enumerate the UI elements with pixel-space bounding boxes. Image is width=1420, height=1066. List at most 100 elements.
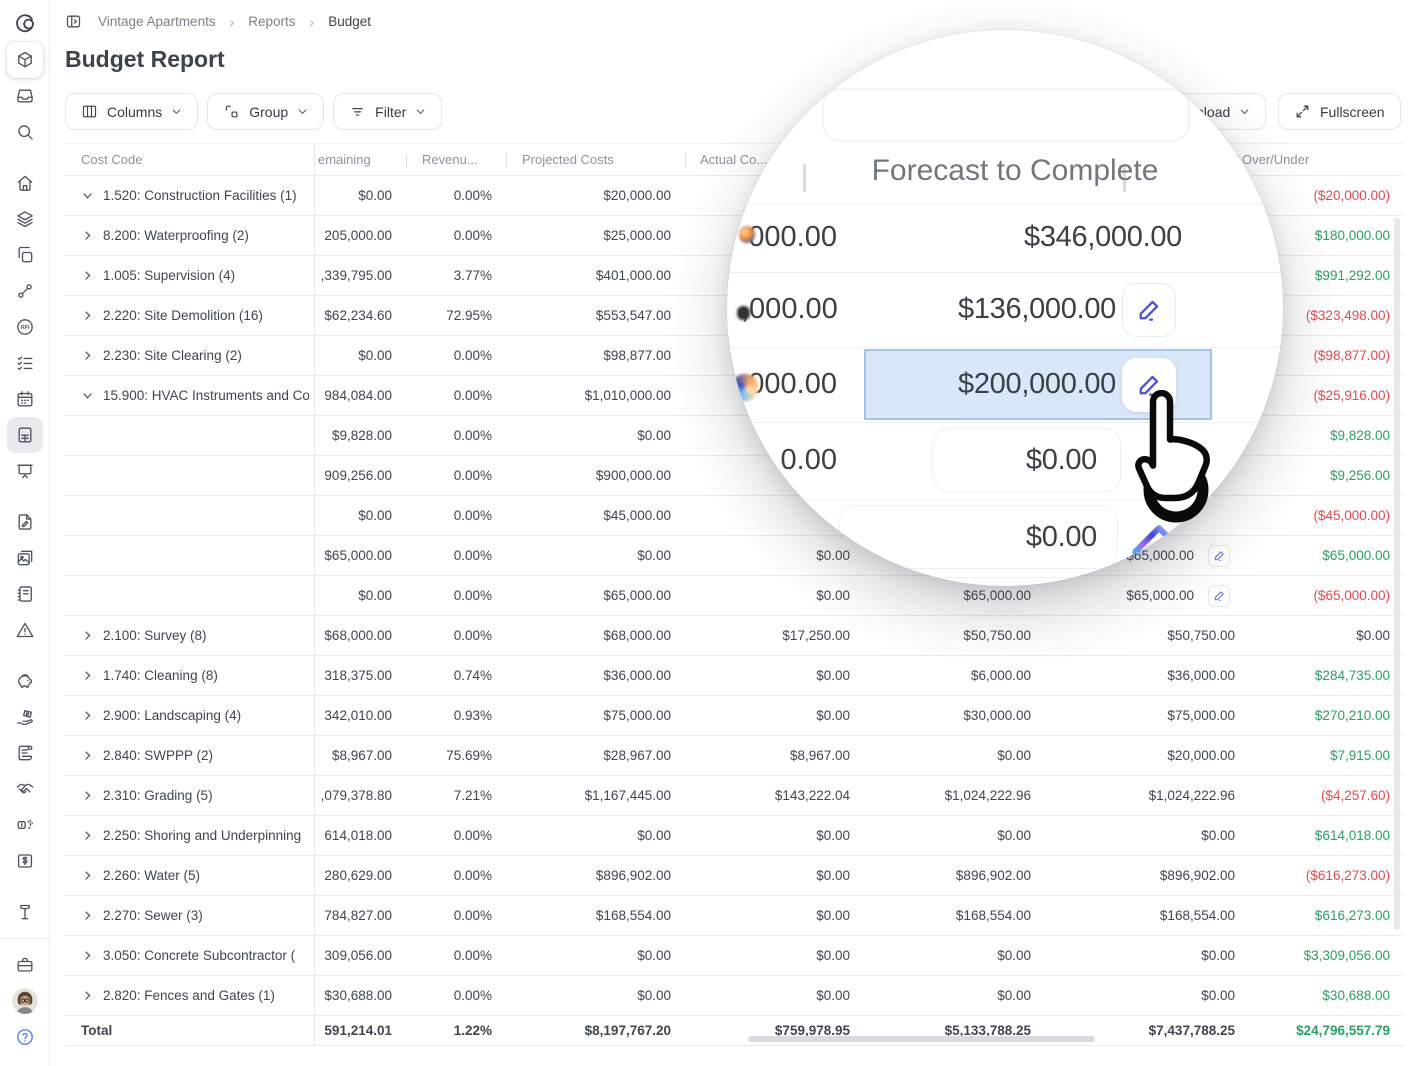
sidebar-item-payments[interactable] bbox=[7, 699, 43, 735]
sidebar-item-issues[interactable] bbox=[7, 612, 43, 648]
cost-code-cell bbox=[65, 576, 315, 615]
sidebar-item-avatar[interactable] bbox=[7, 983, 43, 1019]
actual-cell: $0.00 bbox=[685, 816, 864, 855]
collapse-chevron-icon[interactable] bbox=[81, 389, 103, 402]
sidebar-item-layers[interactable] bbox=[7, 201, 43, 237]
breadcrumb-item-reports[interactable]: Reports bbox=[248, 14, 295, 29]
sidebar-item-calendar[interactable] bbox=[7, 381, 43, 417]
actual-cell: $0.00 bbox=[685, 896, 864, 935]
expand-chevron-icon[interactable] bbox=[81, 869, 103, 882]
filter-button[interactable]: Filter bbox=[333, 93, 442, 130]
cost-code-cell: 15.900: HVAC Instruments and Co bbox=[65, 376, 315, 415]
expand-chevron-icon[interactable] bbox=[81, 749, 103, 762]
sidebar-item-cash-flow[interactable] bbox=[7, 807, 43, 843]
expand-chevron-icon[interactable] bbox=[81, 309, 103, 322]
expand-chevron-icon[interactable] bbox=[81, 909, 103, 922]
cost-code-cell: 8.200: Waterproofing (2) bbox=[65, 216, 315, 255]
horizontal-scrollbar[interactable] bbox=[748, 1036, 1095, 1042]
cost-code-cell: 2.900: Landscaping (4) bbox=[65, 696, 315, 735]
expand-chevron-icon[interactable] bbox=[81, 229, 103, 242]
magnifier-lens: Forecast to Complete 000.00$346,000.00,0… bbox=[727, 30, 1283, 586]
panel-toggle-icon[interactable] bbox=[65, 13, 82, 30]
table-row: 2.250: Shoring and Underpinning614,018.0… bbox=[65, 816, 1404, 856]
columns-button[interactable]: Columns bbox=[65, 93, 198, 130]
header-cost-code: Cost Code bbox=[65, 144, 315, 175]
expand-chevron-icon[interactable] bbox=[81, 949, 103, 962]
breadcrumb-separator: › bbox=[310, 14, 315, 30]
projected-cell: $0.00 bbox=[506, 976, 685, 1015]
vertical-scrollbar[interactable] bbox=[1394, 218, 1400, 930]
table-row: 2.270: Sewer (3)784,827.000.00%$168,554.… bbox=[65, 896, 1404, 936]
table-row: $65,000.000.00%$0.00$0.00$65,000.00$65,0… bbox=[65, 536, 1404, 576]
expand-chevron-icon[interactable] bbox=[81, 829, 103, 842]
expand-chevron-icon[interactable] bbox=[81, 709, 103, 722]
revenue-cell: 0.00% bbox=[406, 936, 506, 975]
table-row: 3.050: Concrete Subcontractor (309,056.0… bbox=[65, 936, 1404, 976]
sidebar-item-help[interactable] bbox=[7, 1019, 43, 1055]
sidebar-item-invoices[interactable] bbox=[7, 843, 43, 879]
sidebar-item-commitments[interactable] bbox=[7, 771, 43, 807]
fullscreen-button[interactable]: Fullscreen bbox=[1278, 93, 1401, 130]
sidebar-item-presentation[interactable] bbox=[7, 453, 43, 489]
expand-chevron-icon[interactable] bbox=[81, 269, 103, 282]
magnified-row-separator bbox=[727, 204, 1283, 205]
edit-pencil-button[interactable] bbox=[1208, 545, 1230, 567]
remaining-cell: $0.00 bbox=[315, 496, 406, 535]
expand-chevron-icon[interactable] bbox=[81, 669, 103, 682]
remaining-cell: $0.00 bbox=[315, 576, 406, 615]
edit-pencil-button[interactable] bbox=[1122, 283, 1176, 337]
estimated-cell: $1,024,222.96 bbox=[1045, 776, 1238, 815]
edit-pencil-button[interactable] bbox=[1208, 585, 1230, 607]
projected-cell: $28,967.00 bbox=[506, 736, 685, 775]
issues-icon bbox=[15, 620, 35, 640]
total-label: Total bbox=[65, 1016, 315, 1045]
group-button[interactable]: Group bbox=[207, 93, 324, 130]
checklist-icon bbox=[15, 353, 35, 373]
forecast-cell: $6,000.00 bbox=[864, 656, 1045, 695]
table-row: 2.820: Fences and Gates (1)$30,688.000.0… bbox=[65, 976, 1404, 1016]
page-title: Budget Report bbox=[65, 46, 225, 73]
over_under-cell: ($616,273.00) bbox=[1238, 856, 1404, 895]
breadcrumb-item-project[interactable]: Vintage Apartments bbox=[98, 14, 216, 29]
sidebar-item-inbox[interactable] bbox=[7, 78, 43, 114]
sidebar-item-piggy-bank[interactable] bbox=[7, 663, 43, 699]
over_under-cell: $616,273.00 bbox=[1238, 896, 1404, 935]
forecast-cell: $0.00 bbox=[864, 936, 1045, 975]
sidebar-item-search[interactable] bbox=[7, 114, 43, 150]
expand-chevron-icon[interactable] bbox=[81, 789, 103, 802]
filter-icon bbox=[349, 103, 366, 120]
expand-chevron-icon[interactable] bbox=[81, 989, 103, 1002]
logo-icon bbox=[15, 14, 35, 34]
over_under-cell: $7,915.00 bbox=[1238, 736, 1404, 775]
sidebar-item-budget-table[interactable] bbox=[7, 417, 43, 453]
sidebar-item-contracts[interactable] bbox=[7, 735, 43, 771]
breadcrumb-item-budget[interactable]: Budget bbox=[328, 14, 371, 29]
sidebar-item-copy[interactable] bbox=[7, 237, 43, 273]
over_under-cell: ($4,257.60) bbox=[1238, 776, 1404, 815]
sidebar-item-specifications[interactable] bbox=[7, 576, 43, 612]
sidebar-item-project-cube[interactable] bbox=[7, 42, 43, 78]
sidebar-item-checklist[interactable] bbox=[7, 345, 43, 381]
header-revenue: Revenu... bbox=[406, 144, 506, 175]
over_under-cell: $30,688.00 bbox=[1238, 976, 1404, 1015]
sidebar-item-briefcase[interactable] bbox=[7, 947, 43, 983]
header-separator bbox=[406, 154, 407, 167]
sidebar-item-tools[interactable] bbox=[7, 894, 43, 930]
collapse-chevron-icon[interactable] bbox=[81, 189, 103, 202]
remaining-cell: 318,375.00 bbox=[315, 656, 406, 695]
total-remaining-cell: 591,214.01 bbox=[315, 1016, 406, 1045]
estimated-cell: $50,750.00 bbox=[1045, 616, 1238, 655]
header-projected-costs: Projected Costs bbox=[506, 144, 685, 175]
revenue-cell: 0.00% bbox=[406, 896, 506, 935]
sidebar-item-workflow[interactable] bbox=[7, 273, 43, 309]
projected-cell: $36,000.00 bbox=[506, 656, 685, 695]
sidebar-item-drawings[interactable] bbox=[7, 504, 43, 540]
expand-chevron-icon[interactable] bbox=[81, 349, 103, 362]
sidebar-item-photos[interactable] bbox=[7, 540, 43, 576]
remaining-cell: 342,010.00 bbox=[315, 696, 406, 735]
expand-chevron-icon[interactable] bbox=[81, 629, 103, 642]
cost-code-cell: 2.820: Fences and Gates (1) bbox=[65, 976, 315, 1015]
edit-pencil-button[interactable] bbox=[1122, 358, 1176, 412]
sidebar-item-home[interactable] bbox=[7, 165, 43, 201]
sidebar-item-rfi[interactable]: RFI bbox=[7, 309, 43, 345]
